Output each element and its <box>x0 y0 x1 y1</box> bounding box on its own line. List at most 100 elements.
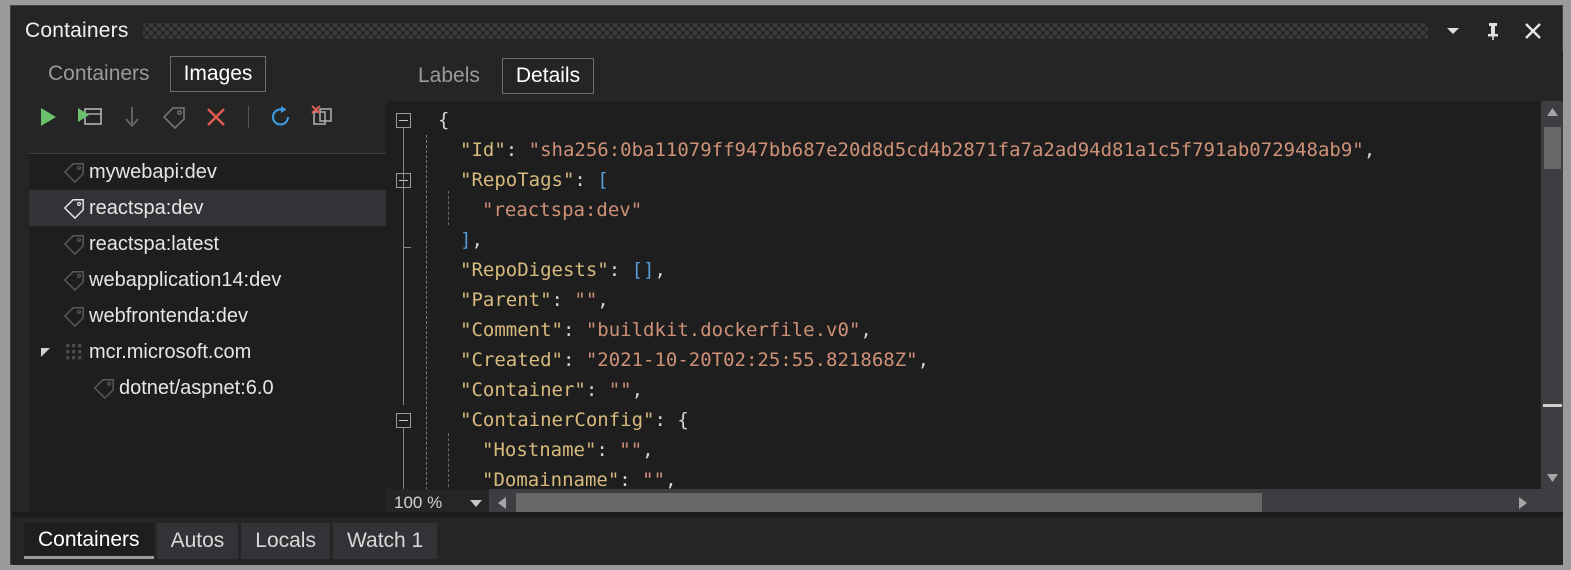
tool-window: Containers Containers Images mywebapi:de… <box>0 0 1571 570</box>
tag-icon <box>59 197 89 219</box>
chevron-down-icon[interactable] <box>1442 20 1464 42</box>
code-line: "Domainname": "", <box>386 465 1563 489</box>
expander-icon[interactable] <box>33 345 59 359</box>
play-icon[interactable] <box>34 103 62 131</box>
code-line: ], <box>386 225 1563 255</box>
images-pane: Containers Images mywebapi:dev reactspa:… <box>12 51 387 516</box>
vertical-scrollbar[interactable] <box>1541 101 1563 489</box>
code-line: "Created": "2021-10-20T02:25:55.821868Z"… <box>386 345 1563 375</box>
red-x-icon[interactable] <box>202 103 230 131</box>
tree-item-reactspa-dev[interactable]: reactspa:dev <box>29 190 387 226</box>
json-details-editor[interactable]: { "Id": "sha256:0ba11079ff947bb687e20d8d5… <box>386 101 1563 489</box>
scroll-up-arrow-icon[interactable] <box>1541 101 1563 123</box>
pane-pivot-tabs: Containers Images <box>12 51 386 97</box>
code-line-text: "Parent": "", <box>460 289 609 311</box>
tab-labels[interactable]: Labels <box>404 58 494 94</box>
details-pivot-tabs: Labels Details <box>386 51 1563 101</box>
code-line-text: "Created": "2021-10-20T02:25:55.821868Z"… <box>460 349 930 371</box>
code-line-text: "reactspa:dev" <box>482 199 643 221</box>
json-content: { "Id": "sha256:0ba11079ff947bb687e20d8d5… <box>386 101 1563 489</box>
tab-images[interactable]: Images <box>169 56 267 92</box>
bottom-tab-containers[interactable]: Containers <box>24 523 154 559</box>
bottom-tab-label: Containers <box>38 527 140 551</box>
outlining-guide <box>403 427 404 489</box>
code-line-text: ], <box>460 229 483 251</box>
refresh-icon[interactable] <box>267 103 295 131</box>
outlining-guide <box>426 135 427 489</box>
code-line: "Container": "", <box>386 375 1563 405</box>
code-line: "Comment": "buildkit.dockerfile.v0", <box>386 315 1563 345</box>
tree-item-mcr-microsoft-com[interactable]: mcr.microsoft.com <box>29 334 387 370</box>
tree-item-webapplication14-dev[interactable]: webapplication14:dev <box>29 262 387 298</box>
tree-item-webfrontenda-dev[interactable]: webfrontenda:dev <box>29 298 387 334</box>
code-line: "RepoDigests": [], <box>386 255 1563 285</box>
code-line: { <box>386 105 1563 135</box>
code-line: "ContainerConfig": { <box>386 405 1563 435</box>
drag-handle[interactable] <box>142 23 1428 39</box>
code-line-text: "Container": "", <box>460 379 644 401</box>
bottom-tab-autos[interactable]: Autos <box>156 523 239 559</box>
bottom-tab-locals[interactable]: Locals <box>241 523 330 559</box>
title-bar: Containers <box>11 11 1562 51</box>
scroll-down-arrow-icon[interactable] <box>1541 467 1563 489</box>
tree-item-dotnet-aspnet-6-0[interactable]: dotnet/aspnet:6.0 <box>29 370 387 406</box>
prune-images-icon[interactable] <box>309 103 337 131</box>
tab-details[interactable]: Details <box>501 58 595 94</box>
scrollbar-marker <box>1543 404 1562 407</box>
code-line-text: "RepoTags": [ <box>460 169 609 191</box>
outlining-guide <box>448 191 449 225</box>
collapse-toggle-icon[interactable] <box>396 113 411 128</box>
code-line: "Id": "sha256:0ba11079ff947bb687e20d8d5c… <box>386 135 1563 165</box>
arrow-down-icon[interactable] <box>118 103 146 131</box>
code-line: "RepoTags": [ <box>386 165 1563 195</box>
tag-icon <box>59 161 89 183</box>
tree-item-label: webapplication14:dev <box>89 268 282 291</box>
code-line-text: "RepoDigests": [], <box>460 259 666 281</box>
chevron-down-icon <box>470 499 482 507</box>
tool-window-frame: Containers Containers Images mywebapi:de… <box>10 5 1563 565</box>
tag-icon[interactable] <box>160 103 188 131</box>
images-toolbar <box>12 97 386 137</box>
tag-icon <box>59 233 89 255</box>
tree-item-label: mywebapi:dev <box>89 160 217 183</box>
zoom-level-value: 100 % <box>394 492 443 512</box>
tree-item-label: reactspa:latest <box>89 232 220 255</box>
bottom-tab-label: Watch 1 <box>346 529 424 552</box>
pin-icon[interactable] <box>1482 20 1504 42</box>
window-play-icon[interactable] <box>76 103 104 131</box>
toolbar-separator <box>248 106 249 128</box>
code-line-text: "Domainname": "", <box>482 469 677 489</box>
bottom-tab-strip: Containers Autos Locals Watch 1 <box>12 517 1563 565</box>
bottom-tab-watch-1[interactable]: Watch 1 <box>332 523 438 559</box>
close-icon[interactable] <box>1522 20 1544 42</box>
bottom-tab-label: Locals <box>255 529 316 552</box>
outlining-guide-end <box>403 247 411 248</box>
horizontal-scroll-thumb[interactable] <box>516 493 1262 512</box>
tree-item-reactspa-latest[interactable]: reactspa:latest <box>29 226 387 262</box>
details-pane: Labels Details { "Id": "sha256:0ba11079ff… <box>386 51 1563 516</box>
registry-icon <box>59 341 89 363</box>
tree-item-mywebapi-dev[interactable]: mywebapi:dev <box>29 154 387 190</box>
title-bar-buttons <box>1442 20 1562 42</box>
code-line: "Hostname": "", <box>386 435 1563 465</box>
code-line-text: "Id": "sha256:0ba11079ff947bb687e20d8d5c… <box>460 139 1376 161</box>
vertical-scroll-thumb[interactable] <box>1544 127 1561 169</box>
tag-icon <box>59 269 89 291</box>
tab-containers[interactable]: Containers <box>34 56 164 92</box>
outlining-guide <box>448 433 449 489</box>
tree-item-label: dotnet/aspnet:6.0 <box>119 376 274 399</box>
images-tree[interactable]: mywebapi:dev reactspa:dev reactspa:lates… <box>29 153 387 513</box>
bottom-tab-label: Autos <box>170 529 225 552</box>
tree-item-label: mcr.microsoft.com <box>89 340 252 363</box>
code-line-text: "ContainerConfig": { <box>460 409 689 431</box>
collapse-toggle-icon[interactable] <box>396 413 411 428</box>
code-line-text: "Comment": "buildkit.dockerfile.v0", <box>460 319 872 341</box>
tree-item-label: webfrontenda:dev <box>89 304 249 327</box>
code-line: "reactspa:dev" <box>386 195 1563 225</box>
tree-item-label: reactspa:dev <box>89 196 204 219</box>
outlining-guide <box>403 127 404 405</box>
tag-icon <box>89 377 119 399</box>
tag-icon <box>59 305 89 327</box>
page-title: Containers <box>25 19 129 42</box>
code-line: "Parent": "", <box>386 285 1563 315</box>
